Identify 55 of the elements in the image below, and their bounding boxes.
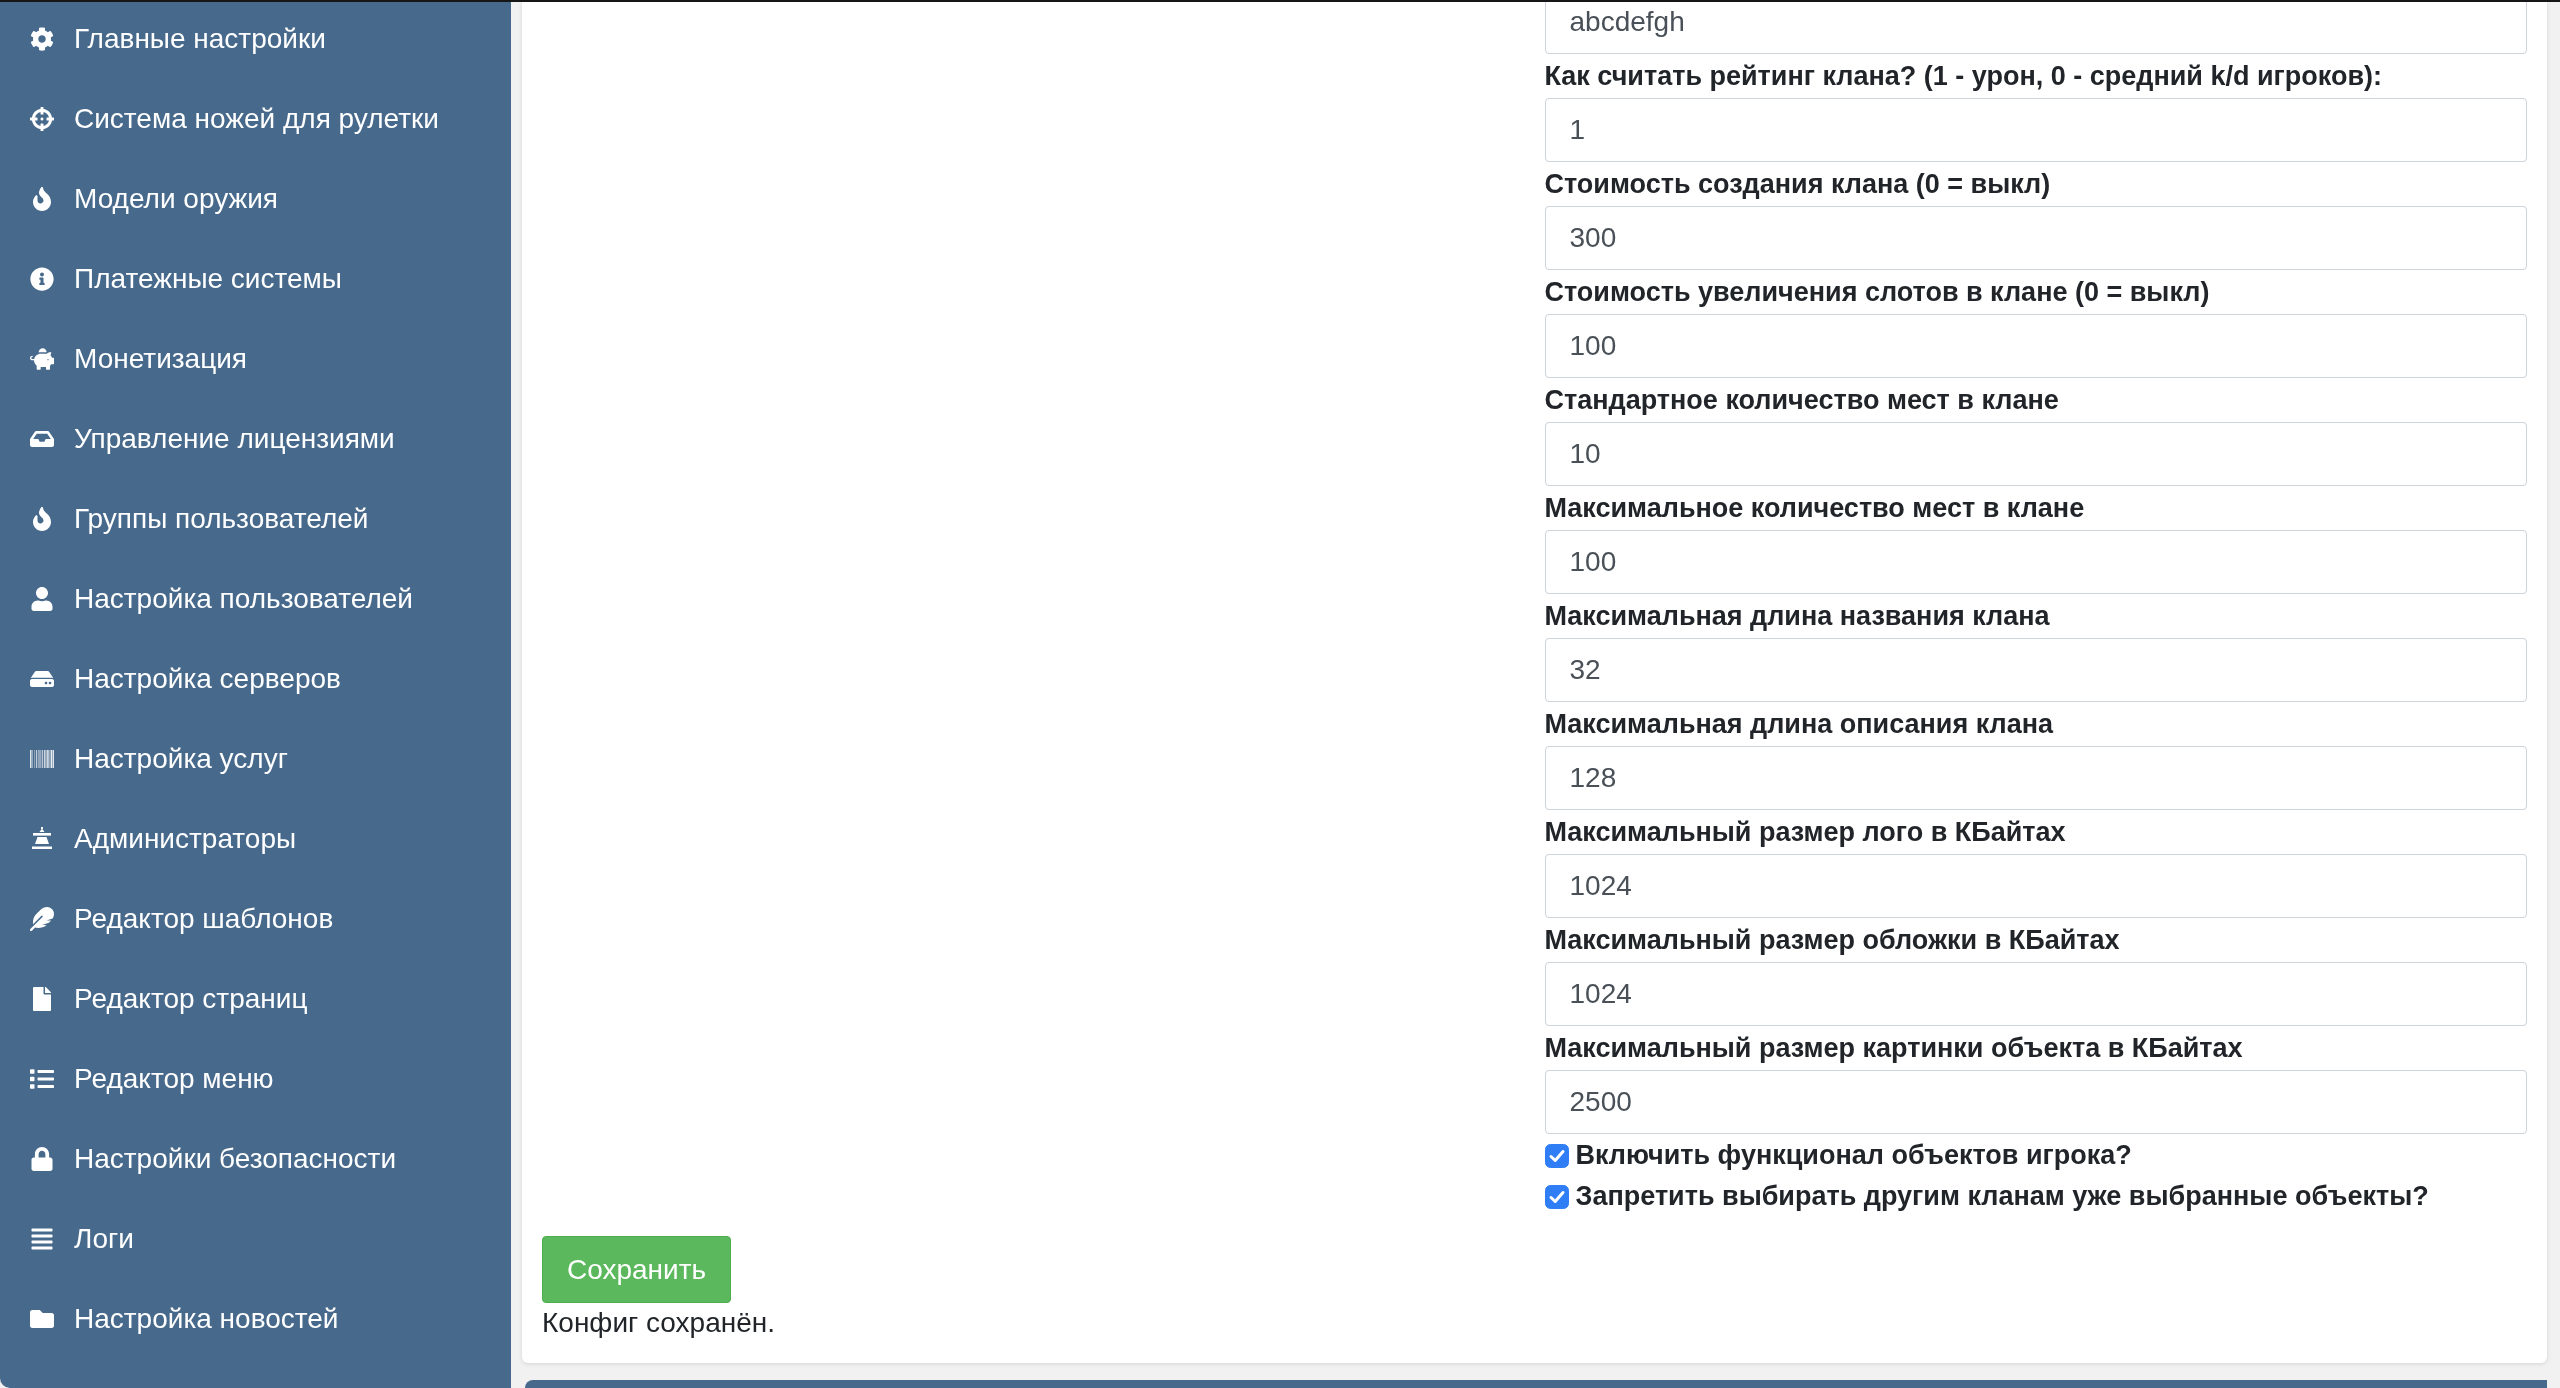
status-message: Конфиг сохранён.	[542, 1306, 775, 1340]
input-field[interactable]: 100	[1544, 314, 2527, 378]
input-field[interactable]: 1024	[1544, 962, 2527, 1026]
field-label: Максимальный размер картинки объекта в КБайтах	[1544, 1032, 2243, 1065]
sidebar-item[interactable]: Группы пользователей	[0, 479, 511, 559]
lock-icon	[29, 1147, 54, 1171]
sidebar-item[interactable]: Редактор меню	[0, 1039, 511, 1119]
input-field[interactable]: 1	[1544, 98, 2527, 162]
checkbox-label: Включить функционал объектов игрока?	[1575, 1140, 2132, 1171]
sidebar-item[interactable]: Настройка новостей	[0, 1279, 511, 1359]
lines-icon	[29, 1227, 54, 1251]
sidebar-item[interactable]: Настройка пользователей	[0, 559, 511, 639]
pedestal-icon	[29, 827, 54, 851]
input-field[interactable]: 128	[1544, 746, 2527, 810]
input-field[interactable]: 32	[1544, 638, 2527, 702]
user-icon	[29, 587, 54, 611]
checkbox-label: Запретить выбирать другим кланам уже выбранные объекты?	[1575, 1181, 2429, 1212]
field-label: Максимальное количество мест в клане	[1544, 492, 2085, 525]
input-field[interactable]: 2500	[1544, 1070, 2527, 1134]
sidebar-item[interactable]: Редактор шаблонов	[0, 879, 511, 959]
folder-icon	[29, 1307, 54, 1331]
input-field[interactable]: 100	[1544, 530, 2527, 594]
field-label: Стандартное количество мест в клане	[1544, 384, 2059, 417]
sidebar-item[interactable]: Администраторы	[0, 799, 511, 879]
sidebar-item[interactable]: Главные настройки	[0, 2, 511, 79]
feather-icon	[29, 907, 54, 931]
input-field[interactable]: 10	[1544, 422, 2527, 486]
sidebar-item[interactable]: Управление лицензиями	[0, 399, 511, 479]
checkbox[interactable]	[1544, 1143, 1569, 1168]
sidebar-item[interactable]: Настройка услуг	[0, 719, 511, 799]
sidebar-item[interactable]: Система ножей для рулетки	[0, 79, 511, 159]
field-label: Стоимость создания клана (0 = выкл)	[1544, 168, 2051, 201]
field-label: Максимальный размер лого в КБайтах	[1544, 816, 2066, 849]
piggy-bank-icon	[29, 347, 54, 371]
input-field[interactable]: abcdefgh	[1544, 2, 2527, 54]
checkbox[interactable]	[1544, 1184, 1569, 1209]
sidebar-item[interactable]: Настройки безопасности	[0, 1119, 511, 1199]
sidebar-item[interactable]: Монетизация	[0, 319, 511, 399]
info-icon	[29, 267, 54, 291]
input-field[interactable]: 1024	[1544, 854, 2527, 918]
field-label: Максимальная длина названия клана	[1544, 600, 2050, 633]
crosshair-icon	[29, 107, 54, 131]
sidebar-item[interactable]: Логи	[0, 1199, 511, 1279]
field-label: Максимальная длина описания клана	[1544, 708, 2054, 741]
sidebar-item[interactable]: Платежные системы	[0, 239, 511, 319]
field-label: Как считать рейтинг клана? (1 - урон, 0 - средний k/d игроков):	[1544, 60, 2382, 93]
sidebar-item[interactable]: Модели оружия	[0, 159, 511, 239]
input-field[interactable]: 300	[1544, 206, 2527, 270]
field-label: Стоимость увеличения слотов в клане (0 = выкл)	[1544, 276, 2210, 309]
sidebar-item[interactable]: Редактор страниц	[0, 959, 511, 1039]
list-icon	[29, 1067, 54, 1091]
field-label: Максимальный размер обложки в КБайтах	[1544, 924, 2120, 957]
barcode-icon	[29, 747, 54, 771]
gear-icon	[29, 27, 54, 51]
sidebar-item[interactable]: Настройка серверов	[0, 639, 511, 719]
